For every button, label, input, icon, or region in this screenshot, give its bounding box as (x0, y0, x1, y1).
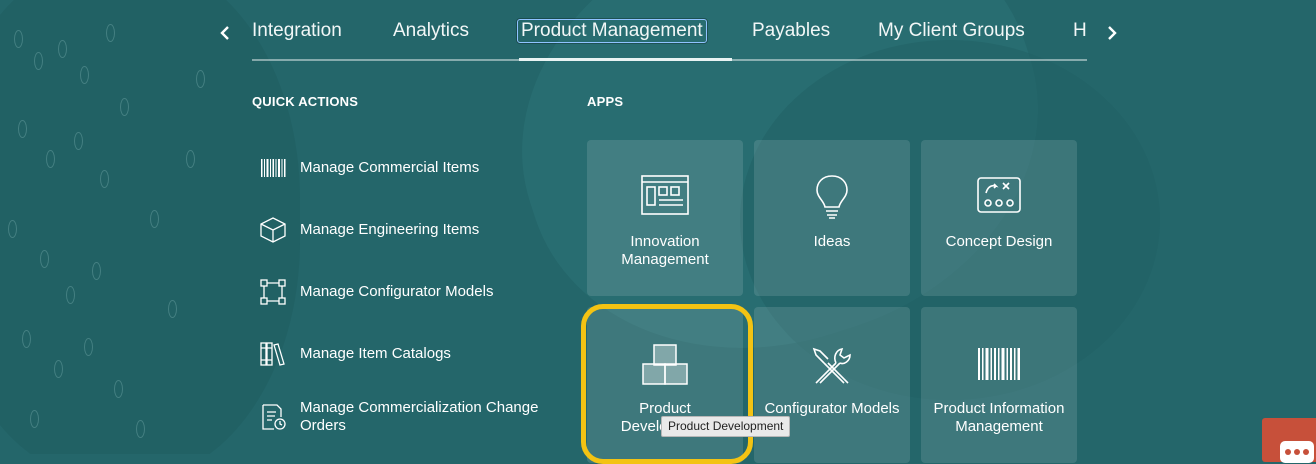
app-tile-label: Product Information Management (933, 400, 1065, 435)
active-tab-indicator (519, 58, 732, 61)
tab-analytics[interactable]: Analytics (393, 20, 469, 42)
top-navigation: Integration Analytics Product Management… (218, 12, 1118, 62)
barcode-icon (978, 348, 1020, 380)
app-tile-concept-design[interactable]: Concept Design (921, 140, 1077, 296)
cube-icon (260, 217, 286, 243)
model-nodes-icon (260, 279, 286, 305)
app-tile-product-development[interactable]: Product Development (587, 307, 743, 463)
tab-integration[interactable]: Integration (252, 20, 342, 42)
quick-action-label: Manage Item Catalogs (300, 345, 451, 362)
quick-action-label: Manage Commercialization Change Orders (300, 399, 539, 434)
quick-action-manage-commercialization-change-orders[interactable]: Manage Commercialization Change Orders (258, 399, 558, 435)
app-tile-label: Concept Design (945, 233, 1053, 250)
app-tile-label: Ideas (813, 233, 851, 250)
quick-action-manage-configurator-models[interactable]: Manage Configurator Models (258, 277, 558, 307)
tab-product-management[interactable]: Product Management (516, 18, 708, 44)
chat-button[interactable] (1262, 418, 1316, 463)
app-tile-ideas[interactable]: Ideas (754, 140, 910, 296)
quick-action-label: Manage Engineering Items (300, 221, 480, 238)
catalog-books-icon (260, 342, 285, 366)
innovation-dashboard-icon (641, 175, 689, 215)
tab-home[interactable]: Home (1073, 20, 1087, 42)
tab-payables[interactable]: Payables (752, 20, 830, 42)
chat-bubble-icon (1280, 441, 1314, 463)
quick-action-manage-item-catalogs[interactable]: Manage Item Catalogs (258, 339, 558, 369)
lightbulb-icon (816, 175, 848, 219)
app-tile-configurator-models[interactable]: Configurator Models (754, 307, 910, 463)
tooltip: Product Development (661, 416, 791, 437)
quick-action-manage-commercial-items[interactable]: Manage Commercial Items (258, 153, 558, 183)
quick-action-label: Manage Commercial Items (300, 159, 480, 176)
tools-icon (812, 347, 851, 384)
change-order-document-icon (262, 404, 286, 430)
quick-actions-header: QUICK ACTIONS (252, 94, 359, 109)
app-tile-product-information-management[interactable]: Product Information Management (921, 307, 1077, 463)
apps-header: APPS (587, 94, 624, 109)
chevron-right-icon[interactable] (1105, 26, 1119, 40)
tab-my-client-groups[interactable]: My Client Groups (878, 20, 1025, 42)
stacked-boxes-icon (642, 344, 688, 385)
barcode-icon (261, 159, 286, 177)
quick-action-label: Manage Configurator Models (300, 283, 494, 300)
app-tile-label: Innovation Management (621, 233, 709, 268)
nav-tabs: Integration Analytics Product Management… (252, 12, 1087, 56)
quick-action-manage-engineering-items[interactable]: Manage Engineering Items (258, 215, 558, 245)
chevron-left-icon[interactable] (218, 26, 232, 40)
concept-design-icon (977, 177, 1021, 213)
app-tile-innovation-management[interactable]: Innovation Management (587, 140, 743, 296)
